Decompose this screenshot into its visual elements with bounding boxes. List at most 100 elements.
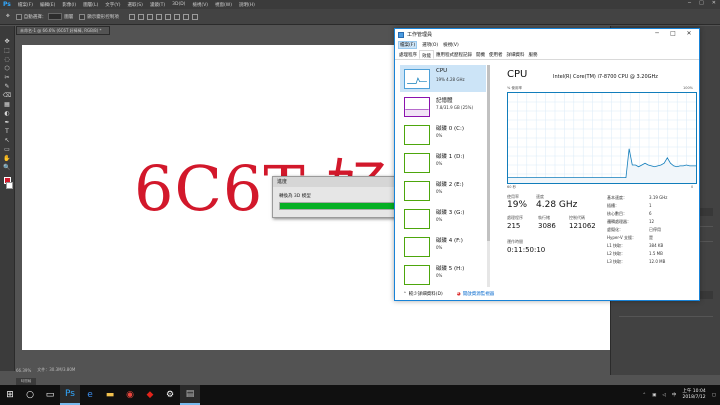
tray-chevron-icon[interactable]: ⌃ bbox=[642, 393, 646, 398]
minimize-icon[interactable]: ─ bbox=[651, 30, 663, 37]
align-right-icon[interactable] bbox=[173, 13, 180, 20]
tab-processes[interactable]: 處理程序 bbox=[397, 50, 419, 59]
menu-filter[interactable]: 濾鏡(T) bbox=[150, 2, 165, 8]
device-item-disk-1[interactable]: 磁碟 1 (D:) 0% bbox=[400, 149, 486, 176]
device-item-disk-2[interactable]: 磁碟 2 (E:) 0% bbox=[400, 177, 486, 204]
device-detail: 0% bbox=[436, 189, 443, 194]
timeline-tab[interactable]: 時間軸 bbox=[16, 378, 36, 385]
distribute-icon[interactable] bbox=[182, 13, 189, 20]
spec-value: 是 bbox=[649, 235, 653, 240]
quick-select-icon[interactable]: ⬡ bbox=[3, 65, 12, 72]
dodge-icon[interactable]: ◐ bbox=[3, 110, 12, 117]
taskbar-photoshop-icon[interactable]: Ps bbox=[60, 385, 80, 405]
menu-view[interactable]: 檢視(V) bbox=[192, 2, 208, 8]
menu-file[interactable]: 檔案(F) bbox=[18, 2, 33, 8]
hand-icon[interactable]: ✋ bbox=[3, 155, 12, 162]
menu-select[interactable]: 選取(S) bbox=[127, 2, 142, 8]
zoom-icon[interactable]: 🔍 bbox=[3, 164, 12, 171]
zoom-level[interactable]: 66.39% bbox=[16, 368, 31, 373]
tm-menu-file[interactable]: 檔案(F) bbox=[398, 40, 418, 49]
maximize-icon[interactable]: □ bbox=[667, 30, 679, 37]
menu-3d[interactable]: 3D(D) bbox=[172, 2, 185, 7]
align-center-icon[interactable] bbox=[164, 13, 171, 20]
menu-type[interactable]: 文字(Y) bbox=[105, 2, 120, 8]
spec-value: 12.0 MB bbox=[649, 259, 666, 264]
tab-app-history[interactable]: 應用程式歷程記錄 bbox=[434, 50, 474, 59]
device-item-cpu[interactable]: CPU 19% 4.28 GHz bbox=[400, 65, 486, 92]
taskbar-taskmanager-icon[interactable]: ▤ bbox=[180, 385, 200, 405]
device-item-memory[interactable]: 記憶體 7.8/31.9 GB (25%) bbox=[400, 93, 486, 120]
transform-option[interactable]: 顯示變形控制項 bbox=[79, 13, 119, 20]
move-icon[interactable]: ✥ bbox=[3, 38, 12, 45]
background-color-swatch[interactable] bbox=[6, 182, 13, 189]
device-item-disk-3[interactable]: 磁碟 3 (G:) 0% bbox=[400, 205, 486, 232]
search-icon[interactable]: ○ bbox=[20, 385, 40, 405]
tab-users[interactable]: 使用者 bbox=[487, 50, 505, 59]
menu-image[interactable]: 影像(I) bbox=[62, 2, 76, 8]
taskbar-roblox-icon[interactable]: ◆ bbox=[140, 385, 160, 405]
type-icon[interactable]: T bbox=[3, 128, 12, 135]
tm-menu-view[interactable]: 檢視(V) bbox=[443, 42, 459, 48]
maximize-icon[interactable]: □ bbox=[699, 0, 704, 6]
eraser-icon[interactable]: ⌫ bbox=[3, 92, 12, 99]
transform-checkbox[interactable] bbox=[79, 13, 86, 20]
tm-menu-options[interactable]: 選項(O) bbox=[422, 42, 438, 48]
task-view-icon[interactable]: ▭ bbox=[40, 385, 60, 405]
input-method-icon[interactable]: 中 bbox=[672, 392, 677, 398]
document-tab[interactable]: 未命名-1 @ 66.6% (6C6T 好棒棒, RGB/8) * bbox=[16, 26, 110, 35]
scrollbar-thumb[interactable] bbox=[487, 65, 490, 241]
move-tool-icon[interactable]: ✥ bbox=[6, 14, 10, 19]
progress-dialog: 進度 轉換為 3D 模型 bbox=[272, 176, 400, 218]
path-select-icon[interactable]: ↖ bbox=[3, 137, 12, 144]
device-item-disk-0[interactable]: 磁碟 0 (C:) 0% bbox=[400, 121, 486, 148]
system-tray: ⌃ ▣ ◁ 中 上午 10:04 2018/7/12 ▢ bbox=[642, 385, 716, 405]
taskbar-chrome-icon[interactable]: ◉ bbox=[120, 385, 140, 405]
pen-icon[interactable]: ✒ bbox=[3, 119, 12, 126]
progress-dialog-title: 進度 bbox=[273, 177, 399, 187]
distribute-h-icon[interactable] bbox=[191, 13, 198, 20]
volume-icon[interactable]: ◁ bbox=[662, 393, 665, 398]
tab-services[interactable]: 服務 bbox=[527, 50, 540, 59]
rectangle-icon[interactable]: ▭ bbox=[3, 146, 12, 153]
brush-icon[interactable]: ✎ bbox=[3, 83, 12, 90]
device-item-disk-4[interactable]: 磁碟 4 (F:) 0% bbox=[400, 233, 486, 260]
fewer-details-button[interactable]: ⌃ 較少詳細資料(D) bbox=[403, 291, 443, 298]
menu-edit[interactable]: 編輯(E) bbox=[40, 2, 55, 8]
menu-help[interactable]: 說明(H) bbox=[239, 2, 255, 8]
tab-startup[interactable]: 開機 bbox=[474, 50, 487, 59]
align-top-icon[interactable] bbox=[128, 13, 135, 20]
menu-window[interactable]: 視窗(W) bbox=[215, 2, 232, 8]
spec-label: Hyper-V 支援： bbox=[607, 235, 636, 240]
tab-performance[interactable]: 效能 bbox=[419, 50, 434, 59]
device-list-scrollbar[interactable] bbox=[487, 65, 490, 287]
gradient-icon[interactable]: ▦ bbox=[3, 101, 12, 108]
layer-select[interactable] bbox=[48, 13, 63, 20]
network-icon[interactable]: ▣ bbox=[652, 393, 656, 398]
crop-icon[interactable]: ✂ bbox=[3, 74, 12, 81]
tab-details[interactable]: 詳細資料 bbox=[505, 50, 527, 59]
close-icon[interactable]: ✕ bbox=[712, 0, 716, 6]
device-name: 磁碟 0 (C:) bbox=[436, 126, 464, 132]
device-name: 磁碟 4 (F:) bbox=[436, 238, 463, 244]
windows-start-icon[interactable]: ⊞ bbox=[0, 385, 20, 405]
resource-monitor-link[interactable]: ◕ 開啟資源監視器 bbox=[457, 291, 494, 298]
align-bottom-icon[interactable] bbox=[146, 13, 153, 20]
align-middle-icon[interactable] bbox=[137, 13, 144, 20]
marquee-icon[interactable]: ⬚ bbox=[3, 47, 12, 54]
menu-layer[interactable]: 圖層(L) bbox=[83, 2, 98, 8]
auto-select-option[interactable]: 自動選擇： 圖層 bbox=[15, 13, 73, 20]
taskbar-settings-icon[interactable]: ⚙ bbox=[160, 385, 180, 405]
taskbar-edge-icon[interactable]: e bbox=[80, 385, 100, 405]
auto-select-checkbox[interactable] bbox=[15, 13, 22, 20]
notification-icon[interactable]: ▢ bbox=[712, 393, 716, 398]
close-icon[interactable]: ✕ bbox=[683, 30, 695, 37]
taskbar-explorer-icon[interactable]: ▬ bbox=[100, 385, 120, 405]
spec-label: L2 快取： bbox=[607, 251, 626, 256]
lasso-icon[interactable]: ◌ bbox=[3, 56, 12, 63]
align-left-icon[interactable] bbox=[155, 13, 162, 20]
minimize-icon[interactable]: ─ bbox=[688, 0, 691, 6]
taskbar-clock[interactable]: 上午 10:04 2018/7/12 bbox=[682, 389, 705, 401]
device-name: 磁碟 5 (H:) bbox=[436, 266, 465, 272]
task-manager-titlebar[interactable]: 工作管理員 ─ □ ✕ bbox=[395, 29, 699, 40]
device-item-disk-5[interactable]: 磁碟 5 (H:) 0% bbox=[400, 261, 486, 288]
